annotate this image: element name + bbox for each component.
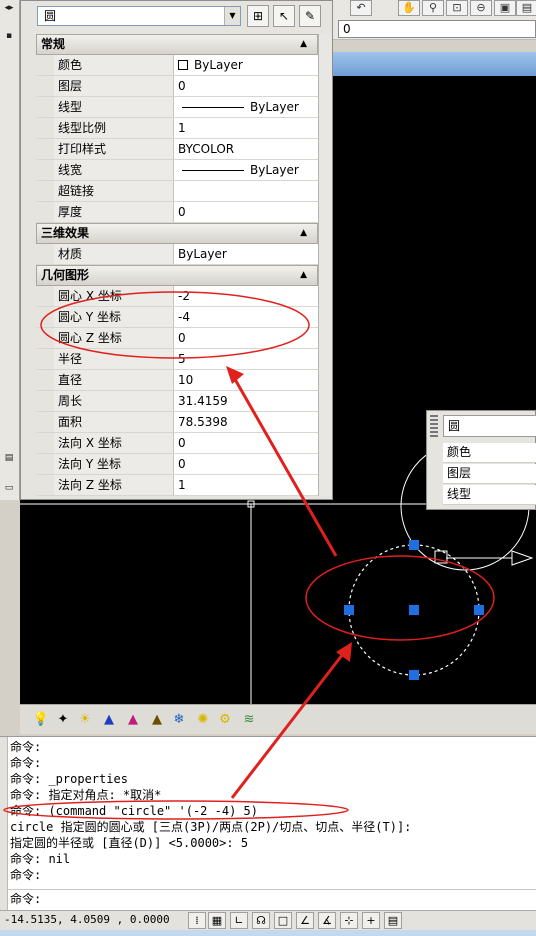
lock-icon[interactable]: ▲ xyxy=(100,711,118,729)
collapse-icon[interactable]: ◂▸ xyxy=(1,2,17,14)
side-icon[interactable]: ▤ xyxy=(1,452,17,464)
quick-properties-icon[interactable]: ▤ xyxy=(384,912,402,929)
undo-icon[interactable]: ↶ xyxy=(350,0,372,16)
snap-tracking-icon[interactable]: ∠ xyxy=(296,912,314,929)
layer-field[interactable]: 0 xyxy=(338,20,536,38)
popup-grip-icon[interactable] xyxy=(430,415,438,437)
annotation-ellipse-coords xyxy=(40,291,310,359)
panel-annotation-svg xyxy=(40,291,310,359)
top-toolbar: ↶ ✋ ⚲ ⊡ ⊖ ▣ ▤ 0 xyxy=(330,0,536,40)
lock-2-icon[interactable]: ▲ xyxy=(124,711,142,729)
taskbar xyxy=(0,930,536,936)
annotation-ellipse-command xyxy=(3,800,349,820)
zoom-icon[interactable]: ⚲ xyxy=(422,0,444,16)
dynamic-input-icon[interactable]: ⊹ xyxy=(340,912,358,929)
command-window: 命令: 命令: 命令: _properties 命令: 指定对角点: *取消* … xyxy=(0,736,536,911)
command-annotation-svg xyxy=(3,800,349,820)
lightbulb-icon[interactable]: 💡 xyxy=(32,711,50,729)
arrow-glyph xyxy=(511,550,534,566)
bulb-icon[interactable]: ☀ xyxy=(76,711,94,729)
grip-left xyxy=(344,605,354,615)
grip-center xyxy=(409,605,419,615)
lineweight-icon[interactable]: + xyxy=(362,912,380,929)
side-icon-2[interactable]: ▭ xyxy=(1,482,17,494)
annotation-ellipse-circle xyxy=(305,555,495,641)
gear-icon[interactable]: ⚙ xyxy=(216,711,234,729)
layers-icon[interactable]: ≋ xyxy=(240,711,258,729)
toolbar-button-icon[interactable]: ▣ xyxy=(494,0,516,16)
lightbulb-off-icon[interactable]: ✦ xyxy=(54,711,72,729)
quick-properties-popup: 圆 颜色 图层 线型 xyxy=(426,410,536,510)
unlock-icon[interactable]: ▲ xyxy=(148,711,166,729)
object-snap-icon[interactable]: □ xyxy=(274,912,292,929)
grid-display-icon[interactable]: ▦ xyxy=(208,912,226,929)
dynamic-ucs-icon[interactable]: ∡ xyxy=(318,912,336,929)
snowflake-icon[interactable]: ❄ xyxy=(170,711,188,729)
panel-grip-icon: ▪ xyxy=(5,31,13,41)
properties-panel: 圆 ▼ ⊞ ↖ ✎ 常规 ▲ 颜色 ByLayer 图层 0 线型 ByLayer 线型比例 1 打… xyxy=(20,0,333,500)
grip-top xyxy=(409,540,419,550)
ortho-mode-icon[interactable]: ∟ xyxy=(230,912,248,929)
zoom-window-icon[interactable]: ⊡ xyxy=(446,0,468,16)
toolbar-button-icon-2[interactable]: ▤ xyxy=(516,0,536,16)
coordinate-readout: -14.5135, 4.0509 , 0.0000 xyxy=(4,913,170,926)
status-bar: -14.5135, 4.0509 , 0.0000 ⁞ ▦ ∟ ☊ □ ∠ ∡ … xyxy=(0,910,536,930)
sun-icon[interactable]: ✺ xyxy=(194,711,212,729)
pan-icon[interactable]: ✋ xyxy=(398,0,420,16)
drawing-tab-bar xyxy=(330,52,536,76)
grip-bottom xyxy=(409,670,419,680)
left-tool-strip: ◂▸ ▪ ▤ ▭ xyxy=(0,0,20,500)
snap-mode-icon[interactable]: ⁞ xyxy=(188,912,206,929)
quick-props-row[interactable]: 颜色 xyxy=(443,443,536,463)
quick-props-title[interactable]: 圆 xyxy=(443,415,536,437)
zoom-previous-icon[interactable]: ⊖ xyxy=(470,0,492,16)
polar-tracking-icon[interactable]: ☊ xyxy=(252,912,270,929)
quick-props-row[interactable]: 线型 xyxy=(443,485,536,505)
grip-right xyxy=(474,605,484,615)
tray-toolbar: 💡 ✦ ☀ ▲ ▲ ▲ ❄ ✺ ⚙ ≋ xyxy=(20,704,536,734)
quick-props-row[interactable]: 图层 xyxy=(443,464,536,484)
